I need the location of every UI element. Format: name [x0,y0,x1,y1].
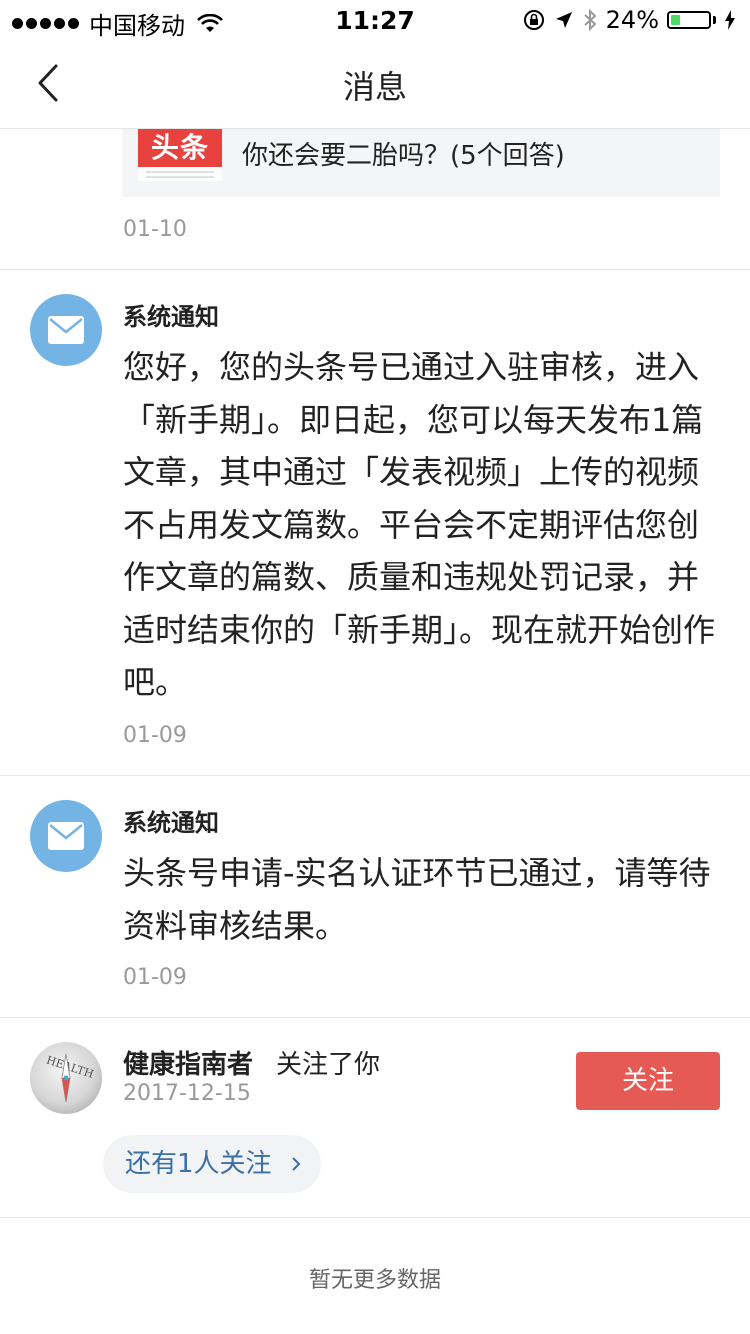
follow-action-text: 关注了你 [276,1050,381,1080]
divider [0,1017,750,1018]
more-followers-button[interactable]: 还有1人关注 [103,1135,321,1193]
follower-name[interactable]: 健康指南者 [123,1044,253,1081]
follow-button[interactable]: 关注 [576,1052,720,1110]
battery-tip [713,16,716,24]
divider [0,269,750,270]
article-thumbnail: 头条 [138,129,222,181]
message-date: 01-09 [123,723,187,748]
mail-icon [48,822,84,850]
page-title: 消息 [342,68,407,106]
article-title-line2: 你还会要二胎吗？(5个回答) [242,141,565,171]
no-more-data-text: 暂无更多数据 [308,1268,441,1293]
chevron-right-icon [292,1157,301,1171]
orientation-lock-icon [523,10,544,30]
compass-health-image: HEALTH [45,1053,95,1103]
message-date: 01-10 [123,217,187,242]
battery-fill [671,15,680,25]
article-title: 如果你的第一个孩子已经过了15岁， 你还会要二胎吗？(5个回答) [242,129,712,175]
article-card[interactable]: 头条 如果你的第一个孩子已经过了15岁， 你还会要二胎吗？(5个回答) [122,129,720,197]
navigation-bar: 消息 [0,40,750,129]
more-followers-label: 还有1人关注 [125,1149,272,1179]
divider [0,775,750,776]
article-title-line1: 如果你的第一个孩子已经过了15岁， [242,129,712,137]
message-title: 系统通知 [123,809,219,837]
message-body: 您好，您的头条号已通过入驻审核，进入「新手期」。即日起，您可以每天发布1篇文章，… [123,348,716,701]
charging-bolt-icon [725,10,735,30]
follow-date: 2017-12-15 [123,1081,251,1106]
mail-icon [48,316,84,344]
message-title: 系统通知 [123,303,219,331]
system-notice-avatar [30,294,102,366]
message-date: 01-09 [123,965,187,990]
message-list[interactable]: 头条 如果你的第一个孩子已经过了15岁， 你还会要二胎吗？(5个回答) 01-1… [0,129,750,1334]
status-bar: 中国移动 11:27 24% [0,0,750,40]
bluetooth-icon [583,8,597,32]
battery-percent: 24% [605,6,659,34]
divider [0,1217,750,1218]
battery-icon [667,11,711,29]
user-avatar[interactable]: HEALTH [30,1042,102,1114]
toutiao-logo: 头条 [138,129,222,167]
location-arrow-icon [555,12,572,28]
system-notice-avatar [30,800,102,872]
message-body: 头条号申请-实名认证环节已通过，请等待资料审核结果。 [123,854,711,945]
status-right: 24% [522,6,736,34]
